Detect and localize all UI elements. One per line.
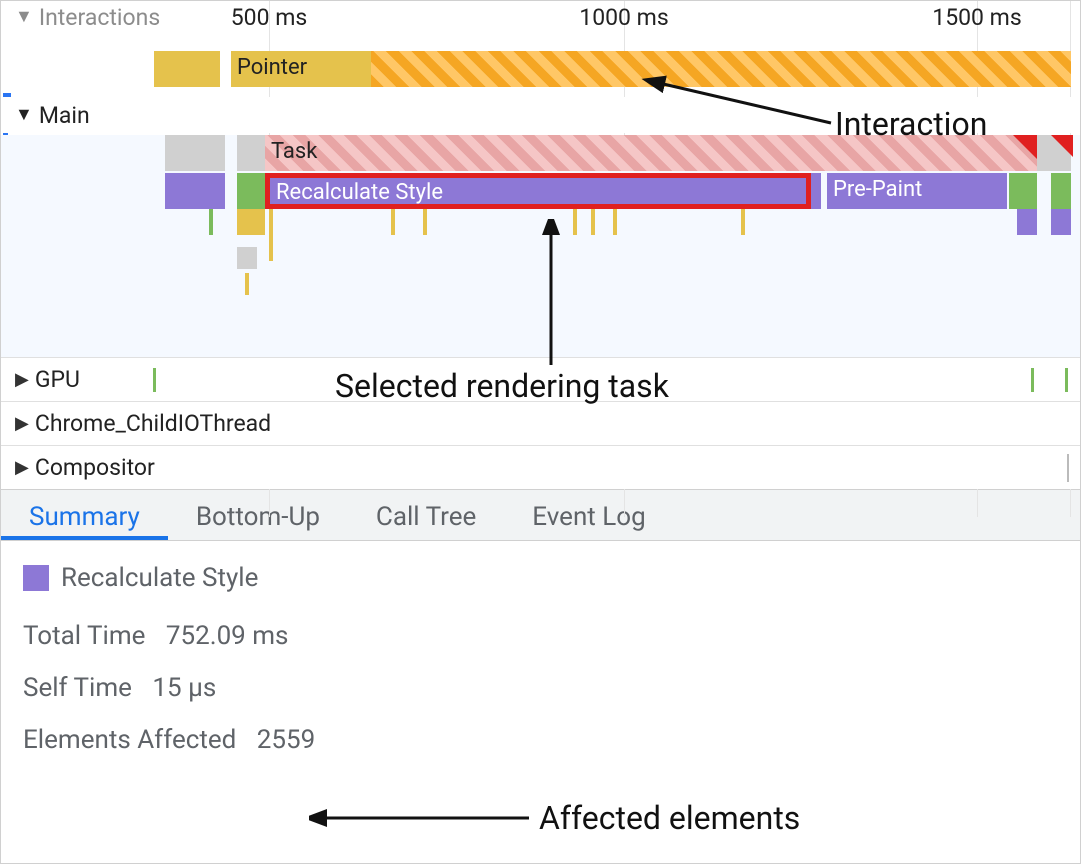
task-grey-lead[interactable] [237,135,265,171]
time-tick-500: 500 ms [231,4,308,31]
self-time-label: Self Time [23,673,132,703]
gpu-spike [1031,368,1034,392]
flame-grey-block[interactable] [165,135,225,171]
flame-purple-tiny-2[interactable] [1051,209,1071,235]
child-io-label: Chrome_ChildIOThread [35,410,271,437]
pre-paint-block[interactable]: Pre-Paint [827,173,1007,209]
long-task-warning-icon [1013,135,1037,159]
tab-bottom-up[interactable]: Bottom-Up [168,490,348,540]
gpu-spike [1065,368,1068,392]
flame-yellow-small[interactable] [237,209,265,235]
gpu-spike [153,368,156,392]
flame-tick [391,209,395,235]
summary-panel: Recalculate Style Total Time 752.09 ms S… [1,541,1080,799]
interactions-label: Interactions [39,4,160,31]
elements-affected-label: Elements Affected [23,725,236,755]
gpu-track-header[interactable]: ▶ GPU [1,357,1080,401]
flame-purple-tiny[interactable] [1017,209,1037,235]
main-thread-label: Main [39,102,90,129]
total-time-value: 752.09 ms [166,621,289,651]
recalculate-style-block[interactable]: Recalculate Style [265,173,811,209]
task-block[interactable]: Task [265,135,1037,171]
self-time-value: 15 µs [152,673,216,703]
flame-tick [591,209,595,235]
tab-event-log[interactable]: Event Log [504,490,673,540]
disclosure-right-icon: ▶ [15,415,29,433]
compositor-tick [1067,454,1069,482]
total-time-label: Total Time [23,621,145,651]
summary-title: Recalculate Style [61,563,258,593]
tab-call-tree[interactable]: Call Tree [348,490,504,540]
task-label: Task [271,139,317,164]
details-tabs: Summary Bottom-Up Call Tree Event Log [1,489,1080,541]
flame-purple-small[interactable] [165,173,225,209]
summary-color-swatch [23,565,49,591]
main-track-header[interactable]: ▼ Main [1,97,1080,133]
time-tick-1000: 1000 ms [579,4,668,31]
flame-tick [245,273,249,295]
flame-tick [613,209,617,235]
elements-affected-value: 2559 [257,725,315,755]
flame-green-block[interactable] [1009,173,1037,209]
interaction-block-yellow[interactable] [154,51,220,87]
gpu-label: GPU [35,366,80,393]
interaction-pointer-block[interactable]: Pointer [231,51,371,87]
annotation-affected-elements: Affected elements [539,799,800,837]
disclosure-down-icon: ▼ [15,106,33,124]
flame-tick [573,209,577,235]
flame-green-tail[interactable] [1051,173,1071,209]
task-warning-icon-2 [1051,135,1073,157]
disclosure-right-icon: ▶ [15,459,29,477]
flame-grey-tiny[interactable] [237,247,257,269]
flame-purple-gap[interactable] [811,173,821,209]
child-io-track-header[interactable]: ▶ Chrome_ChildIOThread [1,401,1080,445]
disclosure-right-icon: ▶ [15,371,29,389]
pointer-label: Pointer [237,55,307,80]
interactions-track-header[interactable]: ▼ Interactions [1,1,1080,33]
flame-tick [741,209,745,235]
flame-tick [423,209,427,235]
prepaint-label: Pre-Paint [833,177,922,202]
arrow-affected-elements [309,803,539,833]
compositor-label: Compositor [35,454,155,481]
interaction-long-block[interactable] [371,51,1071,87]
tab-summary[interactable]: Summary [1,490,168,540]
flame-tick [209,209,213,235]
disclosure-down-icon: ▼ [15,8,33,26]
time-tick-1500: 1500 ms [932,4,1021,31]
recalc-style-label: Recalculate Style [276,180,443,205]
flame-green-lead[interactable] [237,173,265,209]
compositor-track-header[interactable]: ▶ Compositor [1,445,1080,489]
